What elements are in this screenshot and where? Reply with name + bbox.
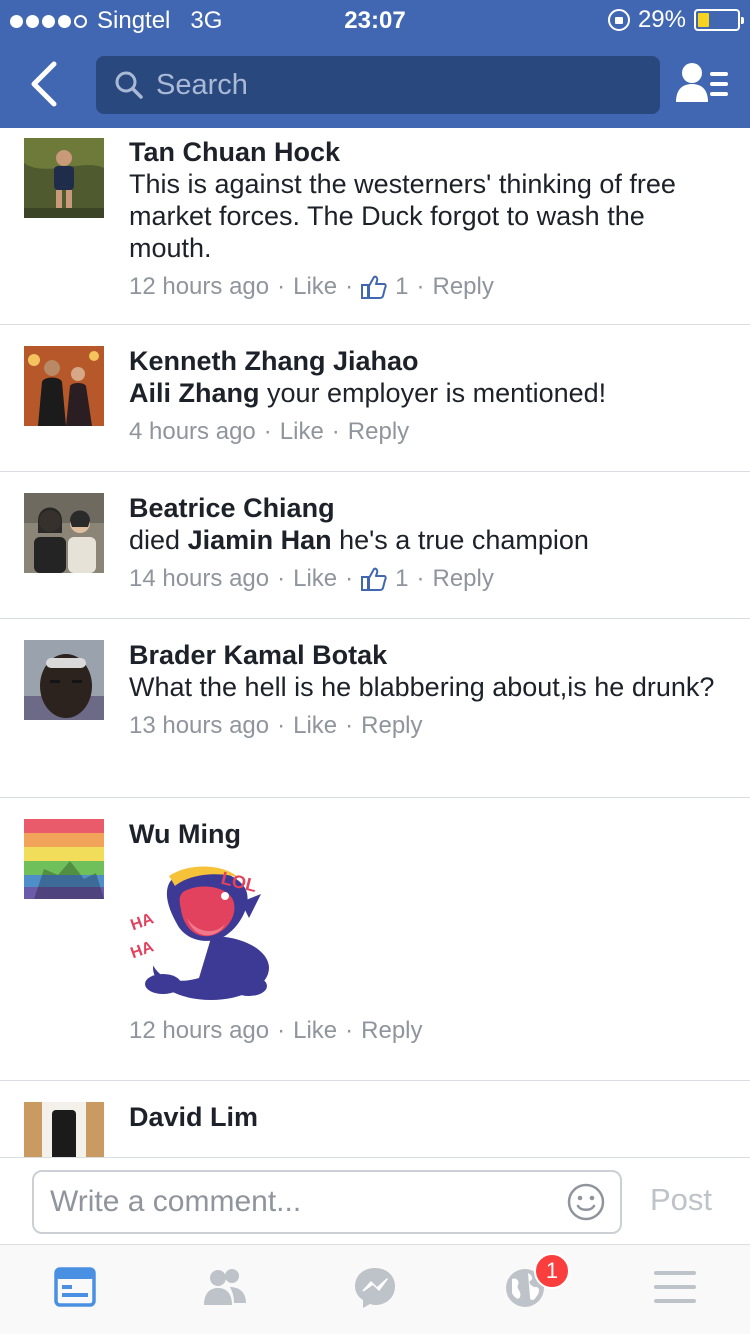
notification-badge: 1 [534,1253,570,1289]
comment-author[interactable]: Brader Kamal Botak [129,639,730,671]
nav-bar: Search [0,40,750,128]
comment-meta: 12 hours ago · Like · Reply [129,1016,423,1046]
reply-button[interactable]: Reply [361,711,422,741]
avatar[interactable] [24,1102,104,1157]
tab-friend-requests[interactable] [200,1265,250,1311]
comment-text-body: your employer is mentioned! [259,378,607,408]
comment-time: 14 hours ago [129,565,270,592]
comment-item: Tan Chuan Hock This is against the weste… [0,128,750,325]
avatar[interactable] [24,346,104,426]
comment-item: Beatrice Chiang died Jiamin Han he's a t… [0,472,750,619]
like-count[interactable]: 1 [361,272,409,302]
comment-meta: 13 hours ago · Like · Reply [129,711,423,741]
like-count-value: 1 [395,273,409,300]
comment-text-body: he's a true champion [331,525,589,555]
comment-author[interactable]: Kenneth Zhang Jiahao [129,345,730,377]
friend-list-icon [676,63,728,102]
emoji-button[interactable] [566,1182,606,1222]
like-button[interactable]: Like [293,1016,337,1046]
news-feed-icon [54,1267,96,1307]
sticker-ha-1: HA [129,910,156,934]
status-bar: Singtel 3G 23:07 29% [0,0,750,40]
like-button[interactable]: Like [293,272,337,302]
back-button[interactable] [22,56,72,112]
rotation-lock-icon [607,9,630,31]
comment-text: This is against the westerners' thinking… [129,169,676,263]
avatar[interactable] [24,138,104,218]
comment-item: Brader Kamal Botak What the hell is he b… [0,619,750,798]
comment-time: 13 hours ago [129,712,270,739]
mention-link[interactable]: Jiamin Han [188,525,332,555]
comment-composer: Write a comment... Post [0,1157,750,1245]
comment-meta: 12 hours ago · Like · 1 · Reply [129,272,494,302]
comment-item: David Lim [0,1081,750,1157]
battery-percent: 29% [637,6,686,33]
reply-button[interactable]: Reply [348,417,409,447]
comment-author[interactable]: Beatrice Chiang [129,492,730,524]
search-icon [115,71,143,99]
tab-notifications[interactable]: 1 [500,1253,570,1311]
sticker-image[interactable]: LOL HA HA [128,858,279,1008]
menu-icon [654,1271,696,1303]
comment-meta: 4 hours ago · Like · Reply [129,417,410,447]
mention-link[interactable]: Aili Zhang [129,378,260,408]
thumbs-up-icon [361,275,387,299]
comment-author[interactable]: David Lim [129,1101,730,1133]
battery-icon [694,9,744,31]
comment-time: 4 hours ago [129,418,256,445]
comment-time: 12 hours ago [129,1017,270,1044]
tab-messenger[interactable] [350,1265,400,1311]
comment-input[interactable]: Write a comment... [32,1170,622,1234]
smiley-icon [567,1183,605,1221]
chevron-left-icon [31,61,57,107]
reply-button[interactable]: Reply [433,272,494,302]
comment-author[interactable]: Wu Ming [129,818,730,850]
search-placeholder: Search [156,68,248,101]
friend-list-button[interactable] [676,60,730,108]
comment-item: Kenneth Zhang Jiahao Aili Zhang your emp… [0,325,750,472]
tab-bar: 1 [0,1245,750,1334]
reply-button[interactable]: Reply [361,1016,422,1046]
avatar[interactable] [24,493,104,573]
comment-text-prefix: died [129,525,188,555]
comment-time: 12 hours ago [129,273,270,300]
avatar[interactable] [24,640,104,720]
comment-list: Tan Chuan Hock This is against the weste… [0,128,750,1157]
like-count[interactable]: 1 [361,564,409,594]
comment-author[interactable]: Tan Chuan Hock [129,136,730,168]
messenger-icon [355,1268,395,1308]
reply-button[interactable]: Reply [433,564,494,594]
comment-text: Aili Zhang your employer is mentioned! [129,377,730,409]
comment-item: Wu Ming LOL HA HA 12 hours ago · Like · … [0,798,750,1081]
avatar[interactable] [24,819,104,899]
comment-meta: 14 hours ago · Like · 1 · Reply [129,564,494,594]
tab-news-feed[interactable] [50,1265,100,1311]
tab-more[interactable] [650,1265,700,1311]
friends-icon [204,1269,246,1305]
like-button[interactable]: Like [280,417,324,447]
like-button[interactable]: Like [293,564,337,594]
post-button[interactable]: Post [650,1182,712,1218]
comment-placeholder: Write a comment... [50,1185,302,1218]
thumbs-up-icon [361,567,387,591]
like-count-value: 1 [395,565,409,592]
like-button[interactable]: Like [293,711,337,741]
search-input[interactable]: Search [96,56,660,114]
comment-text: died Jiamin Han he's a true champion [129,524,730,556]
top-bar: Singtel 3G 23:07 29% Search [0,0,750,128]
comment-text: What the hell is he blabbering about,is … [129,672,715,702]
